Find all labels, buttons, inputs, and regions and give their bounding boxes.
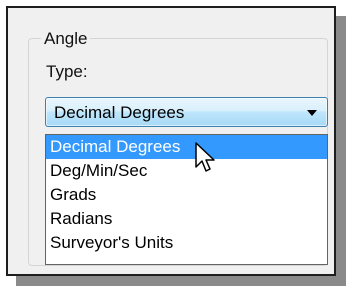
option-surveyors-units[interactable]: Surveyor's Units xyxy=(46,231,327,255)
angle-type-dropdown-list[interactable]: Decimal Degrees Deg/Min/Sec Grads Radian… xyxy=(45,134,328,265)
mouse-pointer-icon xyxy=(195,142,215,172)
type-label: Type: xyxy=(46,62,88,81)
option-grads[interactable]: Grads xyxy=(46,183,327,207)
angle-settings-panel: Angle Type: Decimal Degrees Decimal Degr… xyxy=(6,6,336,276)
option-deg-min-sec[interactable]: Deg/Min/Sec xyxy=(46,159,327,183)
combobox-selected-value: Decimal Degrees xyxy=(54,103,185,122)
chevron-down-icon[interactable] xyxy=(307,110,317,116)
angle-group-title: Angle xyxy=(41,29,91,49)
screenshot-stage: Angle Type: Decimal Degrees Decimal Degr… xyxy=(0,0,357,299)
option-decimal-degrees[interactable]: Decimal Degrees xyxy=(46,135,327,159)
option-radians[interactable]: Radians xyxy=(46,207,327,231)
angle-type-combobox[interactable]: Decimal Degrees xyxy=(45,97,328,127)
